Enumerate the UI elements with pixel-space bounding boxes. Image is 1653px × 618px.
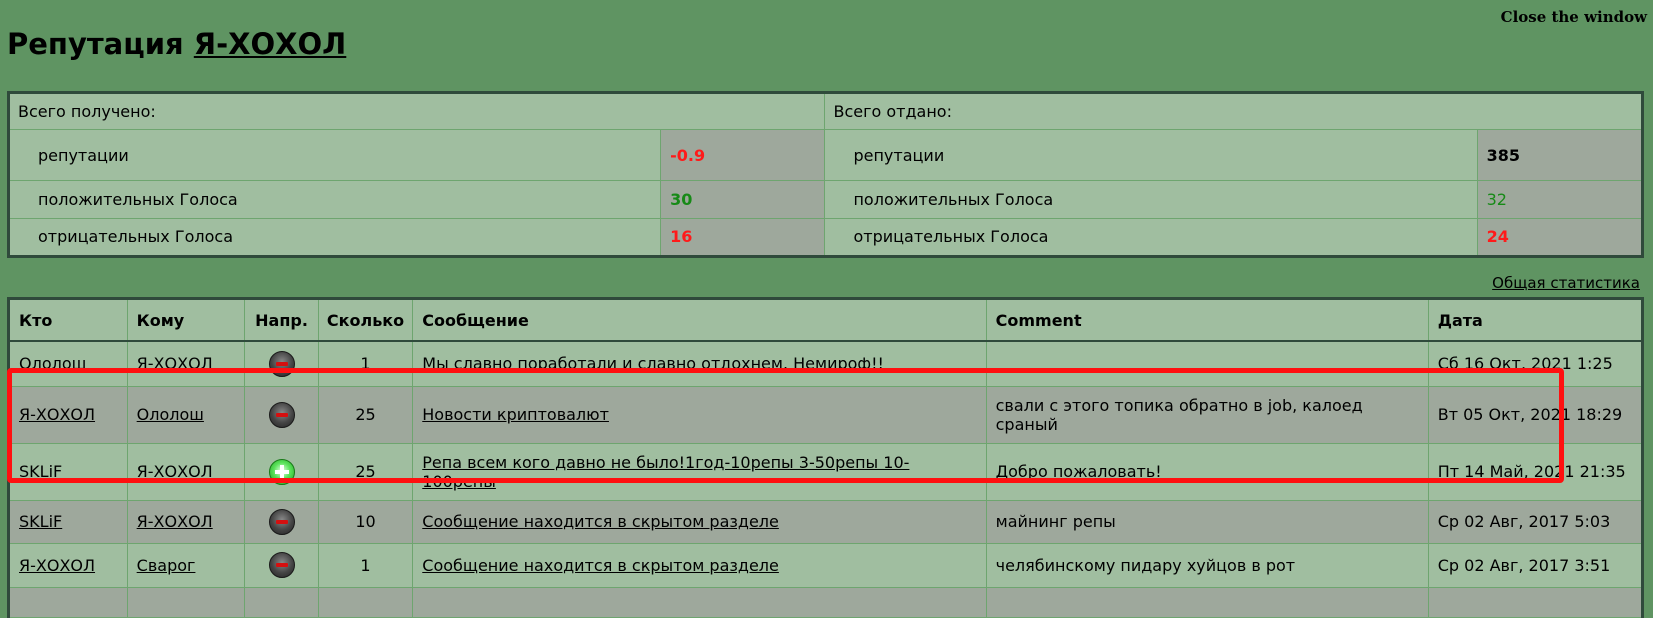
message-link[interactable]: Мы славно поработали и славно отдохнем. … — [422, 354, 884, 373]
summary-label-reputation: репутации — [7, 129, 662, 182]
date-cell: Сб 16 Окт, 2021 1:25 — [1427, 340, 1644, 387]
date-cell: Ср 02 Авг, 2017 5:03 — [1427, 499, 1644, 544]
negative-vote-icon — [268, 552, 295, 578]
received-heading: Всего получено: — [7, 91, 826, 131]
summary-label-negative: отрицательных Голоса — [7, 217, 662, 258]
column-header-from: Кто — [7, 298, 128, 342]
table-row-partial — [8, 586, 1644, 618]
to-user-link[interactable]: Сварог — [137, 556, 196, 575]
comment-cell: свали с этого топика обратно в job, кало… — [985, 385, 1429, 444]
comment-cell — [985, 340, 1429, 387]
negative-vote-icon — [268, 508, 295, 535]
received-positive-value: 30 — [660, 180, 826, 219]
from-user-link[interactable]: Я-ХОХОЛ — [19, 556, 95, 575]
comment-cell: Добро пожаловать! — [985, 442, 1429, 501]
summary-label-positive: положительных Голоса — [824, 180, 1478, 219]
column-header-amount: Сколько — [317, 298, 414, 342]
close-window-link[interactable]: Close the window — [1501, 8, 1647, 26]
message-link[interactable]: Сообщение находится в скрытом разделе — [422, 512, 779, 531]
to-user-link[interactable]: Я-ХОХОЛ — [137, 354, 213, 373]
table-row: Ололош Я-ХОХОЛ 1 Мы славно поработали и … — [8, 340, 1644, 387]
table-row: SKLiF Я-ХОХОЛ 10 Сообщение находится в с… — [8, 499, 1644, 544]
reputation-summary-table: Всего получено: Всего отдано: репутации … — [7, 91, 1644, 258]
table-row: SKLiF Я-ХОХОЛ 25 Репа всем кого давно не… — [8, 442, 1644, 501]
received-reputation-value: -0.9 — [660, 129, 826, 182]
from-user-link[interactable]: SKLiF — [19, 462, 62, 481]
message-link[interactable]: Новости криптовалют — [422, 405, 609, 424]
amount-cell: 1 — [317, 340, 414, 387]
given-positive-value: 32 — [1476, 180, 1644, 219]
user-profile-link[interactable]: Я-ХОХОЛ — [194, 27, 346, 61]
summary-label-reputation: репутации — [824, 129, 1478, 182]
date-cell: Вт 05 Окт, 2021 18:29 — [1427, 385, 1644, 444]
amount-cell: 10 — [317, 499, 414, 544]
column-header-direction: Напр. — [244, 298, 319, 342]
to-user-link[interactable]: Я-ХОХОЛ — [137, 462, 213, 481]
title-prefix: Репутация — [7, 27, 184, 61]
date-cell: Пт 14 Май, 2021 21:35 — [1427, 442, 1644, 501]
column-header-date: Дата — [1427, 298, 1644, 342]
given-negative-value: 24 — [1476, 217, 1644, 258]
page-title: Репутация Я-ХОХОЛ — [7, 27, 346, 61]
summary-label-negative: отрицательных Голоса — [824, 217, 1478, 258]
table-row: Я-ХОХОЛ Ололош 25 Новости криптовалют св… — [8, 385, 1644, 444]
reputation-log-table: Кто Кому Напр. Сколько Сообщение Comment… — [7, 297, 1644, 618]
message-link[interactable]: Сообщение находится в скрытом разделе — [422, 556, 779, 575]
positive-vote-icon — [268, 458, 295, 485]
to-user-link[interactable]: Я-ХОХОЛ — [137, 512, 213, 531]
amount-cell: 25 — [317, 442, 414, 501]
from-user-link[interactable]: SKLiF — [19, 512, 62, 531]
general-statistics-link[interactable]: Общая статистика — [1492, 274, 1640, 292]
from-user-link[interactable]: Я-ХОХОЛ — [19, 405, 95, 424]
given-heading: Всего отдано: — [824, 91, 1643, 131]
message-link[interactable]: Репа всем кого давно не было!1год-10репы… — [422, 453, 909, 491]
date-cell: Ср 02 Авг, 2017 3:51 — [1427, 542, 1644, 588]
given-reputation-value: 385 — [1476, 129, 1644, 182]
comment-cell: майнинг репы — [985, 499, 1429, 544]
comment-cell: челябинскому пидару хуйцов в рот — [985, 542, 1429, 588]
column-header-comment: Comment — [985, 298, 1429, 342]
negative-vote-icon — [268, 401, 295, 428]
column-header-to: Кому — [126, 298, 246, 342]
to-user-link[interactable]: Ололош — [137, 405, 204, 424]
negative-vote-icon — [268, 350, 295, 377]
amount-cell: 25 — [317, 385, 414, 444]
from-user-link[interactable]: Ололош — [19, 354, 86, 373]
summary-label-positive: положительных Голоса — [7, 180, 662, 219]
received-negative-value: 16 — [660, 217, 826, 258]
column-header-message: Сообщение — [412, 298, 987, 342]
amount-cell: 1 — [317, 542, 414, 588]
table-row: Я-ХОХОЛ Сварог 1 Сообщение находится в с… — [8, 542, 1644, 588]
